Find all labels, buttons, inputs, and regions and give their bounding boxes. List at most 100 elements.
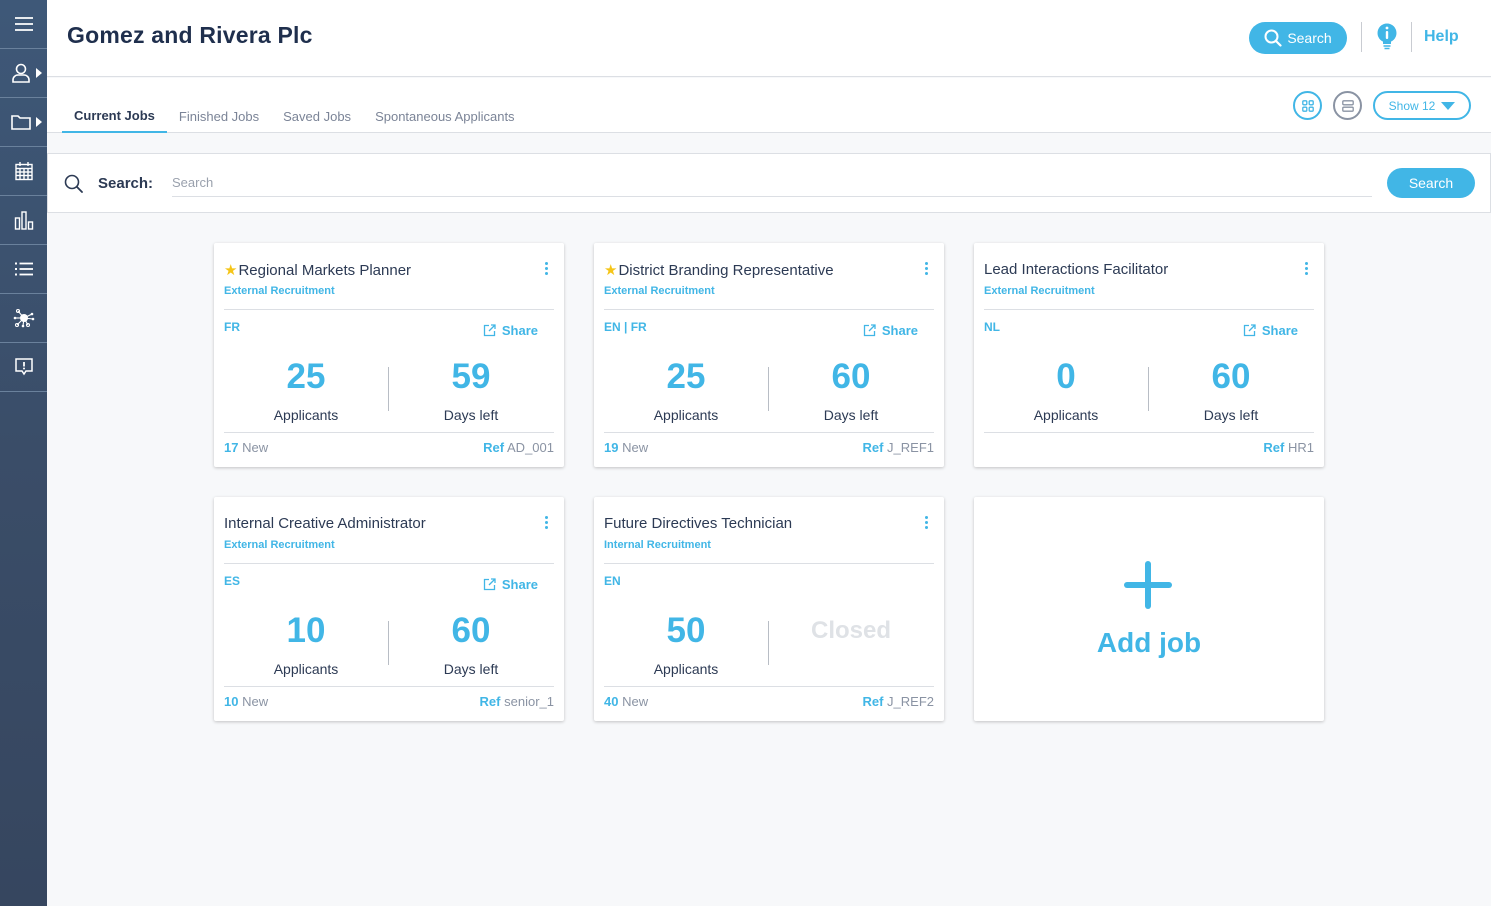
job-card[interactable]: Lead Interactions Facilitator External Re… [974,243,1324,467]
applicants-count: 25 [286,357,326,396]
applicants-stat[interactable]: 25 Applicants [606,355,766,423]
search-icon [1264,29,1282,47]
applicants-stat[interactable]: 10 Applicants [226,609,386,677]
new-applicants[interactable]: 17 New [224,440,268,455]
more-options-icon[interactable] [545,262,548,275]
divider [604,563,934,564]
tab-finished-jobs[interactable]: Finished Jobs [167,78,271,133]
top-header: Gomez and Rivera Plc Search Help [47,0,1491,77]
job-title[interactable]: Regional Markets Planner [238,262,411,279]
new-applicants[interactable]: 10 New [224,694,268,709]
ref-label: Ref [1263,440,1285,455]
more-options-icon[interactable] [1305,262,1308,275]
job-title-row[interactable]: Future Directives Technician [604,515,792,532]
share-label: Share [501,323,538,338]
more-options-icon[interactable] [545,516,548,529]
stat-divider [388,367,389,411]
job-title-row[interactable]: ★ District Branding Representative [604,261,834,280]
job-title-row[interactable]: ★ Regional Markets Planner [224,261,411,280]
sidebar-item-jobs[interactable] [0,98,47,147]
new-count: 40 [604,694,619,709]
job-card[interactable]: Future Directives Technician Internal Rec… [594,497,944,721]
days-left-stat: 60 Days left [1151,355,1311,423]
help-link[interactable]: Help [1424,28,1459,46]
calendar-icon [14,162,33,181]
share-button[interactable]: Share [483,323,538,338]
job-title-row[interactable]: Lead Interactions Facilitator [984,261,1168,278]
new-count: 19 [604,440,619,455]
divider [224,432,554,433]
applicants-stat[interactable]: 25 Applicants [226,355,386,423]
header-search-button[interactable]: Search [1249,22,1347,54]
share-button[interactable]: Share [1243,323,1298,338]
info-button[interactable] [1377,23,1397,56]
ref-label: Ref [862,440,884,455]
search-submit-button[interactable]: Search [1387,168,1475,198]
divider [224,309,554,310]
sidebar-item-network[interactable] [0,294,47,343]
more-options-icon[interactable] [925,516,928,529]
ref-label: Ref [479,694,501,709]
applicants-label: Applicants [1033,407,1099,423]
days-left-stat: 60 Days left [771,355,931,423]
days-left-count: 60 [831,357,871,396]
sidebar-item-feedback[interactable] [0,343,47,392]
recruitment-type: External Recruitment [984,285,1095,297]
sidebar-item-calendar[interactable] [0,147,47,196]
tab-spontaneous-applicants[interactable]: Spontaneous Applicants [363,78,527,133]
job-search-input[interactable] [172,168,1372,197]
list-icon [14,262,33,276]
new-applicants[interactable]: 19 New [604,440,648,455]
divider [224,686,554,687]
stat-divider [388,621,389,665]
add-job-card[interactable]: Add job [974,497,1324,721]
share-button[interactable]: Share [483,577,538,592]
job-reference: Ref AD_001 [483,440,554,455]
job-card[interactable]: Internal Creative Administrator External … [214,497,564,721]
list-view-button[interactable] [1333,91,1362,120]
sidebar-item-menu[interactable] [0,0,47,49]
new-label: New [242,440,269,455]
job-title[interactable]: Internal Creative Administrator [224,515,426,532]
sidebar-item-statistics[interactable] [0,196,47,245]
days-left-count: 60 [451,611,491,650]
days-left-count: 59 [451,357,491,396]
sidebar-item-candidates[interactable] [0,49,47,98]
job-title[interactable]: Lead Interactions Facilitator [984,261,1168,278]
ref-value: HR1 [1287,440,1314,455]
new-applicants[interactable]: 40 New [604,694,648,709]
applicants-count: 10 [286,611,326,650]
applicants-label: Applicants [653,661,719,677]
job-card[interactable]: ★ District Branding Representative Externa… [594,243,944,467]
applicants-label: Applicants [273,407,339,423]
star-icon[interactable]: ★ [224,261,237,279]
stat-divider [1148,367,1149,411]
sidebar-item-list[interactable] [0,245,47,294]
days-left-stat: 60 Days left [391,609,551,677]
job-title-row[interactable]: Internal Creative Administrator [224,515,426,532]
job-title[interactable]: Future Directives Technician [604,515,792,532]
job-languages: EN | FR [604,320,647,334]
share-button[interactable]: Share [863,323,918,338]
job-title[interactable]: District Branding Representative [618,262,833,279]
star-icon[interactable]: ★ [604,261,617,279]
applicants-count: 50 [666,611,706,650]
tab-current-jobs[interactable]: Current Jobs [62,78,167,133]
more-options-icon[interactable] [925,262,928,275]
grid-view-button[interactable] [1293,91,1322,120]
ref-value: senior_1 [504,694,554,709]
show-count-label: Show 12 [1388,98,1436,113]
job-card[interactable]: ★ Regional Markets Planner External Recrui… [214,243,564,467]
applicants-stat[interactable]: 0 Applicants [986,355,1146,423]
days-left-label: Days left [823,407,879,423]
grid-view-icon [1301,99,1314,112]
network-icon [13,308,34,328]
list-view-icon [1341,99,1354,112]
job-reference: Ref J_REF1 [862,440,934,455]
show-count-dropdown[interactable]: Show 12 [1373,91,1471,120]
tab-saved-jobs[interactable]: Saved Jobs [271,78,363,133]
ref-value: J_REF2 [887,694,934,709]
submenu-arrow-icon [36,117,42,127]
applicants-stat[interactable]: 50 Applicants [606,609,766,677]
external-link-icon [1243,324,1256,337]
